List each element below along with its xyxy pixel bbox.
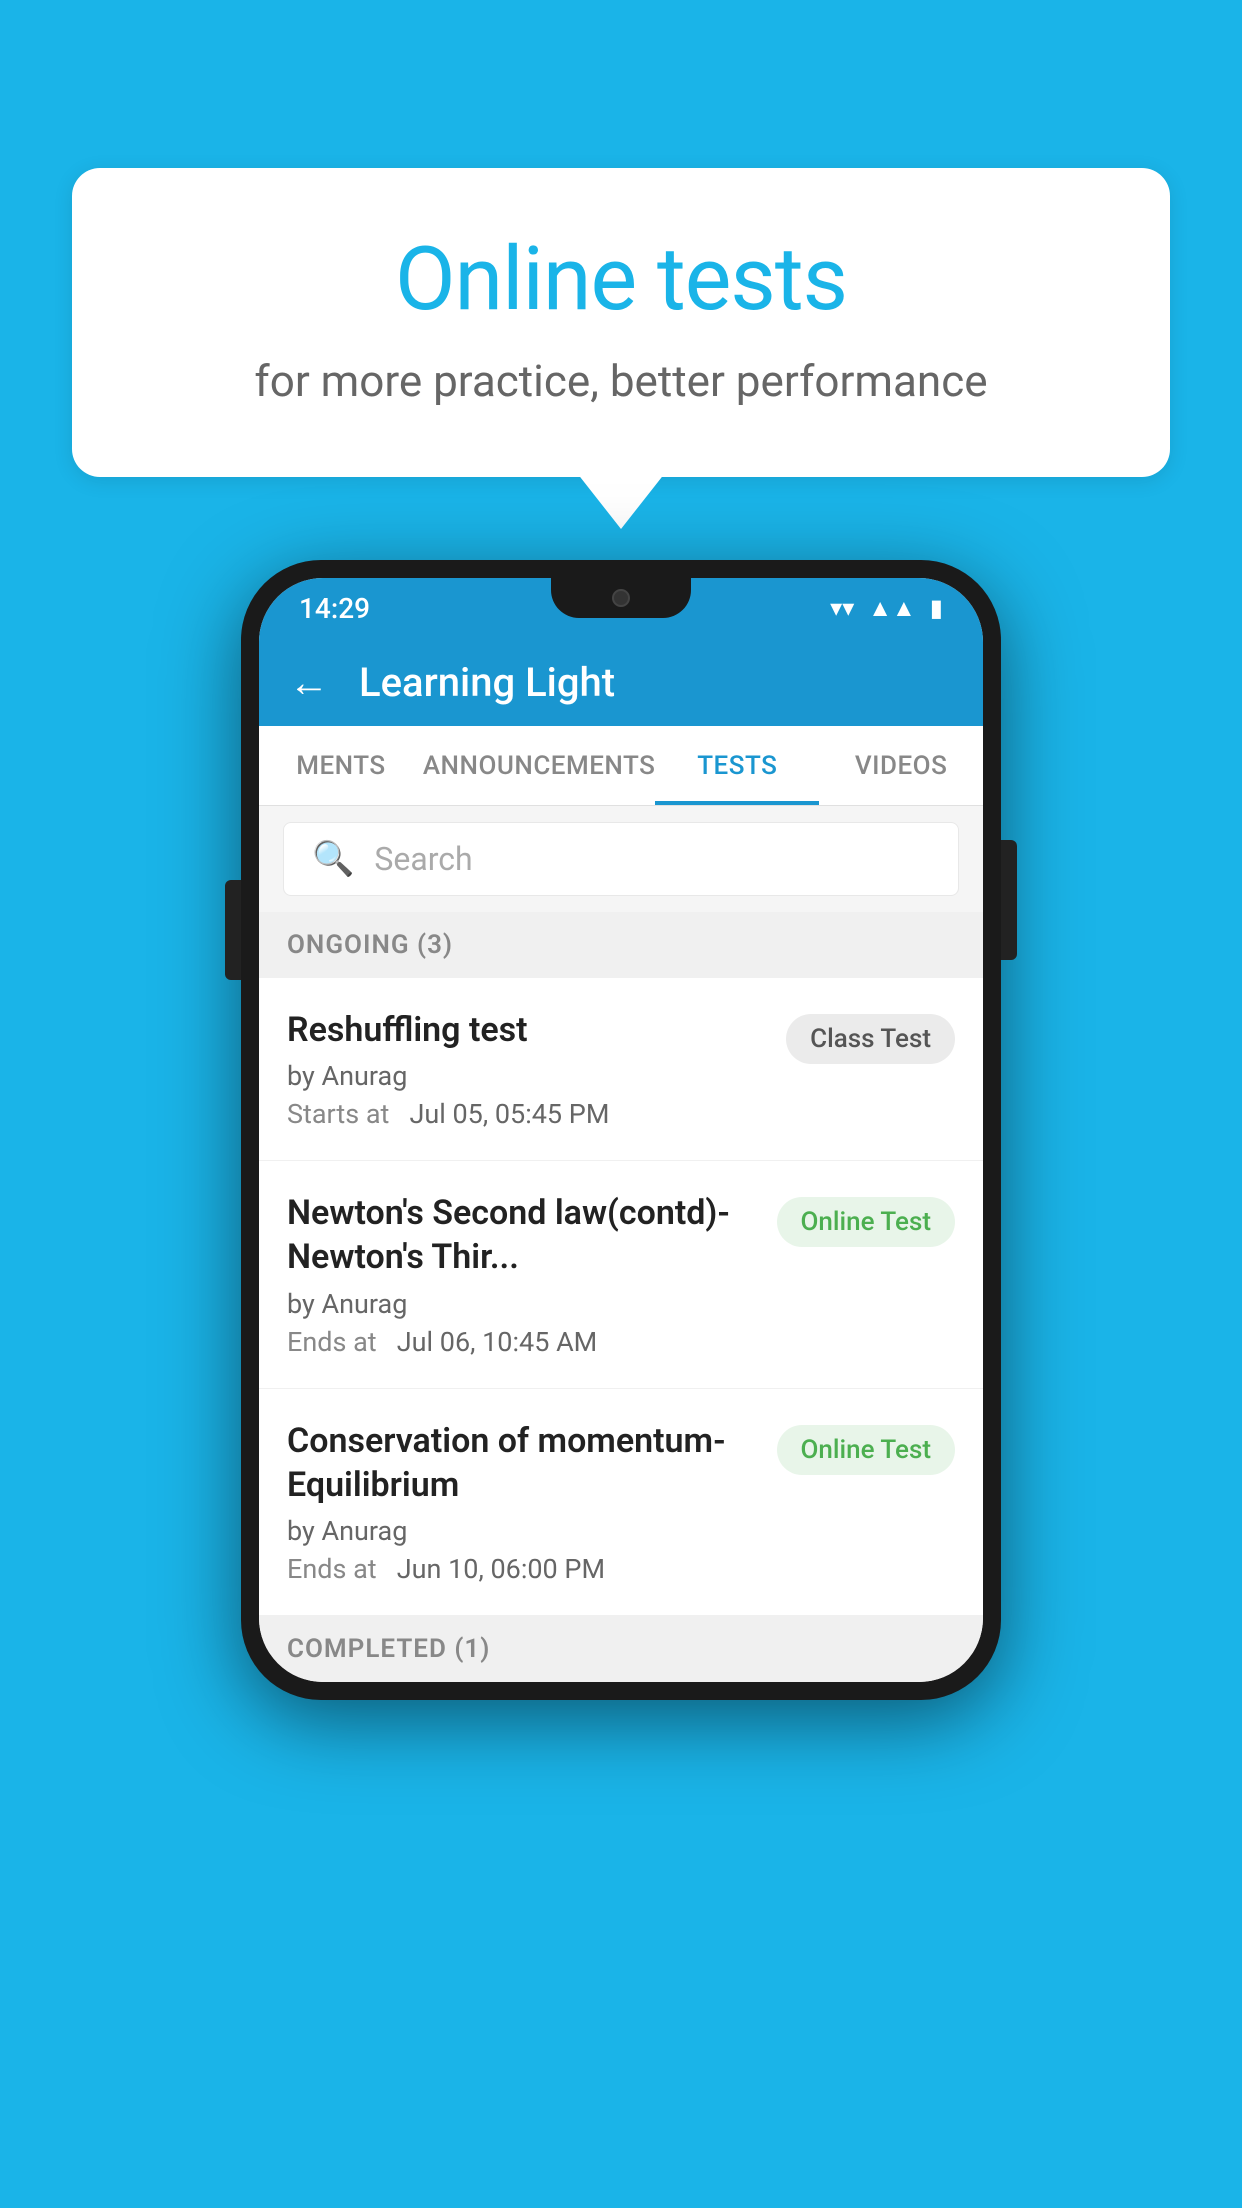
test-info-2: Newton's Second law(contd)-Newton's Thir… [287, 1191, 761, 1357]
search-container: 🔍 Search [259, 806, 983, 912]
test-time-value-2: Jul 06, 10:45 AM [397, 1326, 598, 1358]
completed-section-header: COMPLETED (1) [259, 1616, 983, 1682]
notch [551, 578, 691, 618]
test-item-3[interactable]: Conservation of momentum-Equilibrium by … [259, 1389, 983, 1616]
test-badge-3: Online Test [777, 1425, 956, 1475]
ongoing-section-header: ONGOING (3) [259, 912, 983, 978]
status-icons: ▾▾ ▲▲ ▮ [830, 594, 943, 623]
search-placeholder: Search [374, 840, 472, 878]
test-by-1: by Anurag [287, 1060, 770, 1092]
tabs-bar: MENTS ANNOUNCEMENTS TESTS VIDEOS [259, 726, 983, 806]
test-time-1: Starts at Jul 05, 05:45 PM [287, 1098, 770, 1130]
phone-mockup: 14:29 ▾▾ ▲▲ ▮ ← Learning Light MENTS [241, 560, 1001, 1700]
test-item-1[interactable]: Reshuffling test by Anurag Starts at Jul… [259, 978, 983, 1161]
phone-screen: 14:29 ▾▾ ▲▲ ▮ ← Learning Light MENTS [259, 578, 983, 1682]
status-bar: 14:29 ▾▾ ▲▲ ▮ [259, 578, 983, 638]
wifi-icon: ▾▾ [830, 594, 854, 622]
tab-announcements[interactable]: ANNOUNCEMENTS [423, 726, 656, 805]
test-item-2[interactable]: Newton's Second law(contd)-Newton's Thir… [259, 1161, 983, 1388]
test-name-3: Conservation of momentum-Equilibrium [287, 1419, 761, 1507]
test-badge-1: Class Test [786, 1014, 955, 1064]
app-title: Learning Light [359, 659, 615, 706]
test-list: Reshuffling test by Anurag Starts at Jul… [259, 978, 983, 1616]
speech-bubble: Online tests for more practice, better p… [72, 168, 1170, 477]
battery-icon: ▮ [930, 594, 943, 622]
tab-tests[interactable]: TESTS [655, 726, 819, 805]
phone-outer: 14:29 ▾▾ ▲▲ ▮ ← Learning Light MENTS [241, 560, 1001, 1700]
test-info-3: Conservation of momentum-Equilibrium by … [287, 1419, 761, 1585]
test-time-value-1: Jul 05, 05:45 PM [409, 1098, 609, 1130]
test-time-value-3: Jun 10, 06:00 PM [397, 1553, 605, 1585]
signal-icon: ▲▲ [868, 594, 916, 623]
test-time-label-2: Ends at [287, 1326, 377, 1358]
test-time-2: Ends at Jul 06, 10:45 AM [287, 1326, 761, 1358]
bubble-subtitle: for more practice, better performance [152, 355, 1090, 407]
test-name-2: Newton's Second law(contd)-Newton's Thir… [287, 1191, 761, 1279]
test-badge-2: Online Test [777, 1197, 956, 1247]
test-by-3: by Anurag [287, 1515, 761, 1547]
app-header: ← Learning Light [259, 638, 983, 726]
completed-label: COMPLETED (1) [287, 1634, 490, 1664]
test-time-label-1: Starts at [287, 1098, 389, 1130]
bubble-title: Online tests [152, 228, 1090, 331]
test-by-2: by Anurag [287, 1288, 761, 1320]
tab-videos[interactable]: VIDEOS [819, 726, 983, 805]
tab-ments[interactable]: MENTS [259, 726, 423, 805]
test-name-1: Reshuffling test [287, 1008, 770, 1052]
test-time-label-3: Ends at [287, 1553, 377, 1585]
test-info-1: Reshuffling test by Anurag Starts at Jul… [287, 1008, 770, 1130]
search-bar[interactable]: 🔍 Search [283, 822, 959, 896]
search-icon: 🔍 [312, 839, 354, 879]
front-camera [612, 589, 630, 607]
test-time-3: Ends at Jun 10, 06:00 PM [287, 1553, 761, 1585]
ongoing-label: ONGOING (3) [287, 930, 453, 960]
back-button[interactable]: ← [289, 659, 329, 706]
status-time: 14:29 [299, 592, 370, 625]
